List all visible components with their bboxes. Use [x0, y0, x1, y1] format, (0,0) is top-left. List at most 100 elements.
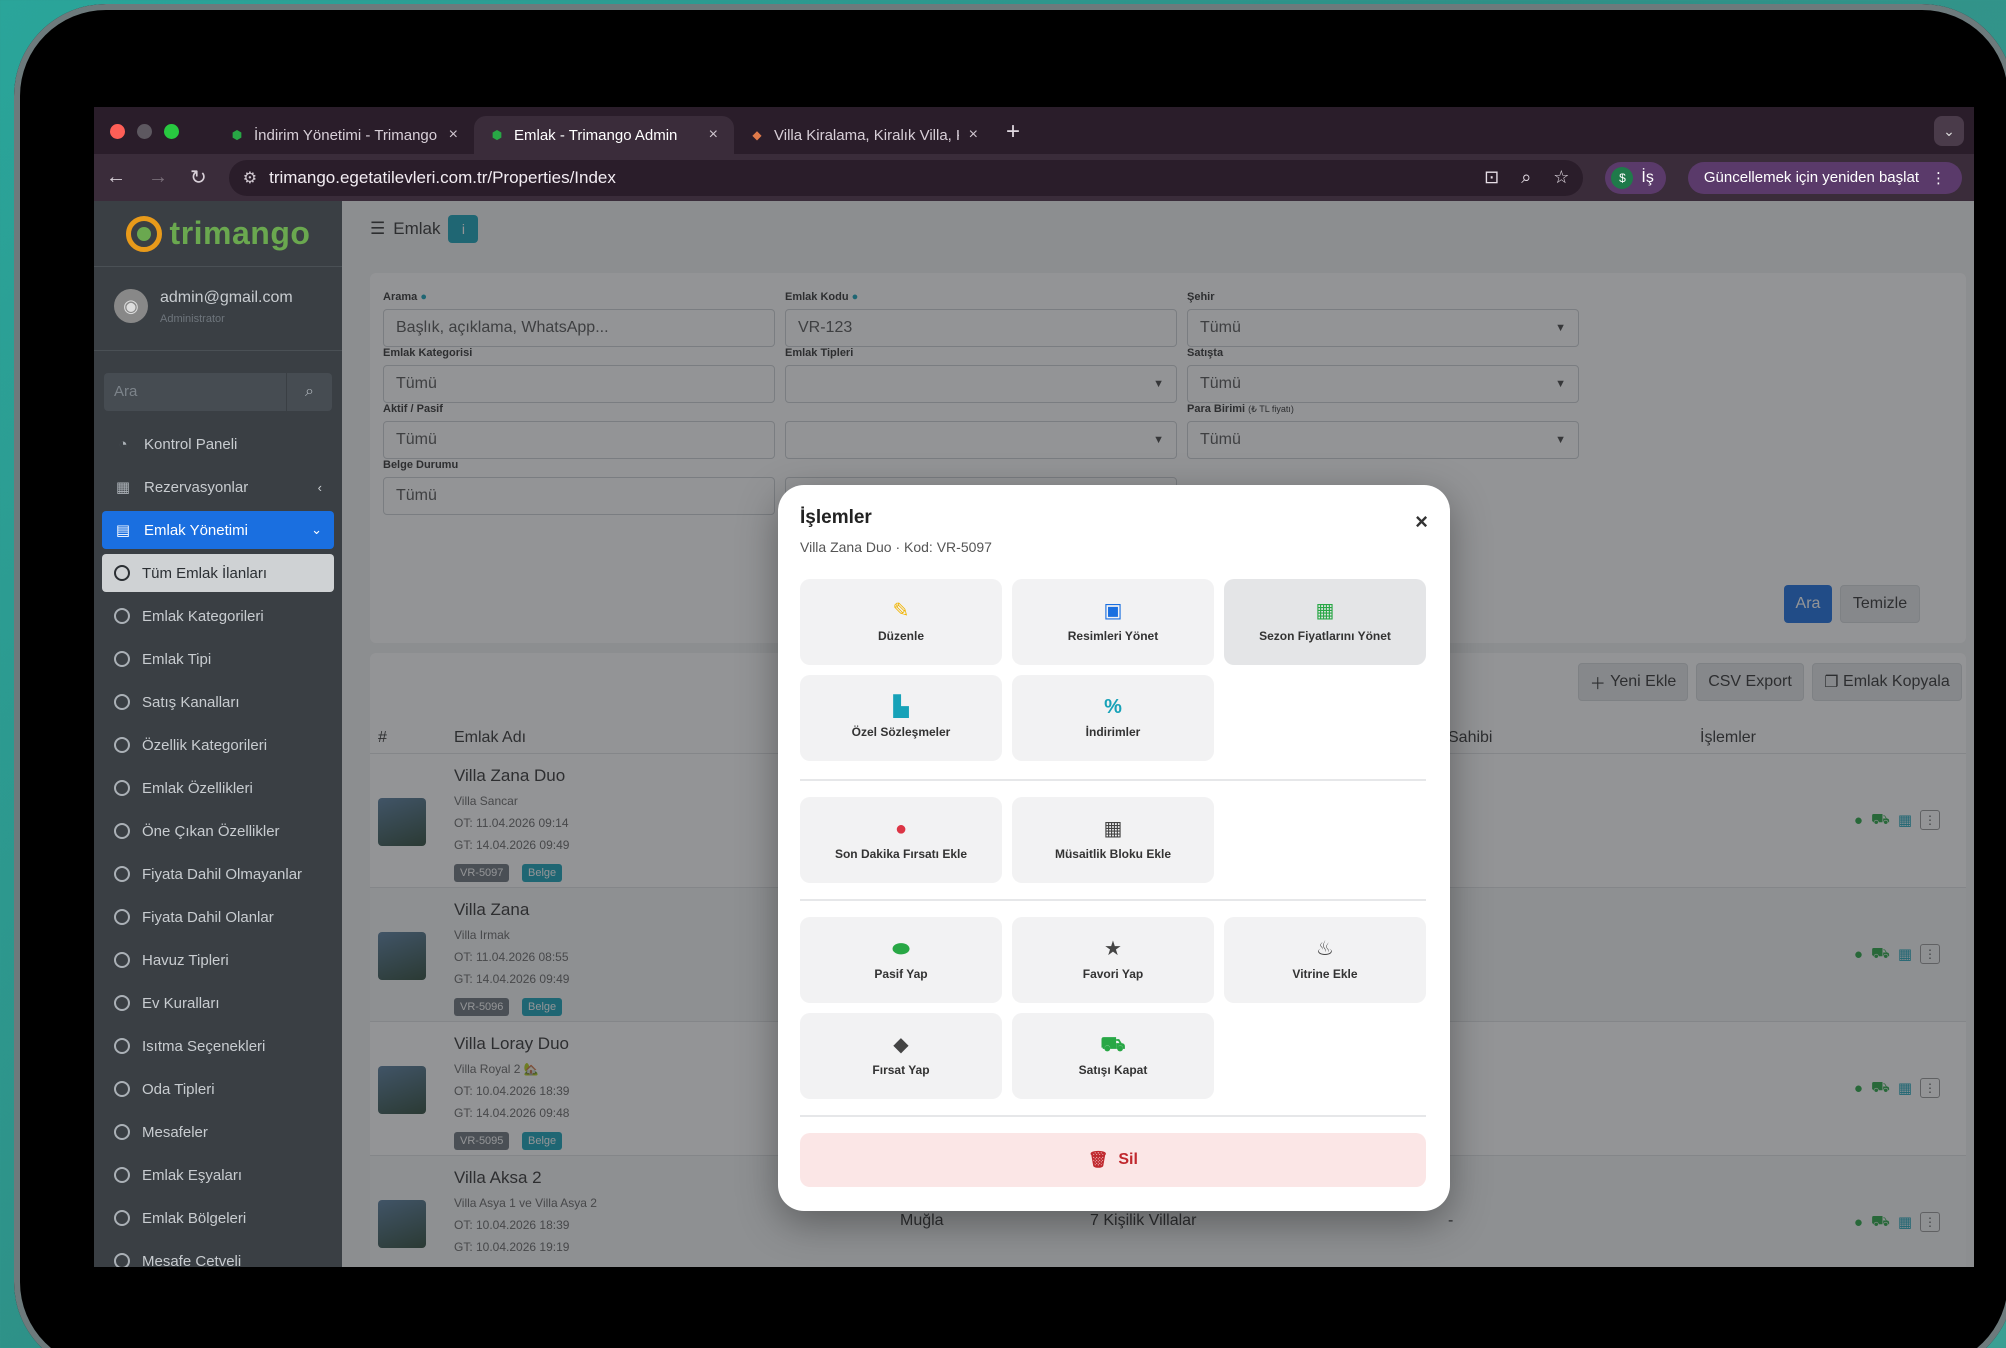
sidebar-item-label: Özellik Kategorileri — [142, 736, 268, 754]
building-icon: ▤ — [115, 522, 131, 539]
sidebar-item-label: Emlak Tipi — [142, 650, 212, 668]
sidebar-item-property-management[interactable]: ▤ Emlak Yönetimi ⌄ — [102, 511, 334, 549]
star-icon: ★ — [1104, 938, 1122, 960]
sidebar-subitem[interactable]: Havuz Tipleri — [102, 941, 334, 979]
minimize-window-button[interactable] — [137, 124, 152, 139]
sidebar-item-dashboard[interactable]: ◔ Kontrol Paneli — [102, 425, 334, 463]
search-icon[interactable]: ⌕ — [286, 373, 332, 411]
action-label: Favori Yap — [1082, 967, 1144, 981]
sidebar-subitem[interactable]: Emlak Kategorileri — [102, 597, 334, 635]
discounts-button[interactable]: % İndirimler — [1012, 675, 1214, 761]
sidebar-search-input[interactable]: Ara — [104, 373, 286, 411]
kebab-menu-icon[interactable]: ⋮ — [1931, 169, 1946, 187]
sidebar-item-label: Oda Tipleri — [142, 1080, 215, 1098]
user-panel[interactable]: ◉ admin@gmail.com Administrator — [94, 267, 342, 351]
special-contracts-button[interactable]: ▙ Özel Sözleşmeler — [800, 675, 1002, 761]
sidebar-item-reservations[interactable]: ▦ Rezervasyonlar ‹ — [102, 468, 334, 506]
actions-modal: İşlemler Villa Zana Duo · Kod: VR-5097 ×… — [778, 485, 1450, 1211]
sidebar-subitem[interactable]: Ev Kuralları — [102, 984, 334, 1022]
cart-icon: ⛟ — [1100, 1034, 1126, 1056]
maximize-window-button[interactable] — [164, 124, 179, 139]
profile-name: İş — [1641, 168, 1654, 186]
action-label: Resimleri Yönet — [1067, 629, 1159, 643]
sidebar-subitem[interactable]: Emlak Özellikleri — [102, 769, 334, 807]
tab-search-chevron-icon[interactable]: ⌄ — [1934, 116, 1964, 146]
address-bar[interactable]: ⚙ trimango.egetatilevleri.com.tr/Propert… — [228, 159, 1584, 196]
circle-icon — [114, 952, 130, 968]
circle-icon — [114, 651, 130, 667]
divider — [800, 1115, 1426, 1117]
circle-icon — [114, 1081, 130, 1097]
circle-icon — [114, 866, 130, 882]
sidebar-subitem[interactable]: Oda Tipleri — [102, 1070, 334, 1108]
action-label: Özel Sözleşmeler — [851, 725, 951, 739]
user-role: Administrator — [160, 313, 225, 325]
update-button[interactable]: Güncellemek için yeniden başlat ⋮ — [1687, 161, 1962, 194]
logo-icon — [125, 215, 162, 252]
sidebar-subitem[interactable]: Satış Kanalları — [102, 683, 334, 721]
sidebar-subitem[interactable]: Emlak Bölgeleri — [102, 1199, 334, 1237]
sidebar-subitem[interactable]: Isıtma Seçenekleri — [102, 1027, 334, 1065]
sidebar-search: Ara ⌕ — [104, 373, 332, 411]
install-app-icon[interactable]: ⊡ — [1484, 167, 1499, 188]
forward-arrow-icon[interactable]: → — [148, 166, 168, 189]
action-label: Son Dakika Fırsatı Ekle — [834, 847, 968, 861]
browser-tab-villa[interactable]: ◆ Villa Kiralama, Kiralık Villa, Ki × — [734, 116, 994, 154]
deactivate-button[interactable]: ⬬ Pasif Yap — [800, 917, 1002, 1003]
add-to-showcase-button[interactable]: ♨ Vitrine Ekle — [1224, 917, 1426, 1003]
make-deal-button[interactable]: ◆ Fırsat Yap — [800, 1013, 1002, 1099]
close-tab-icon[interactable]: × — [709, 126, 718, 144]
close-tab-icon[interactable]: × — [969, 126, 978, 144]
sidebar-subitem[interactable]: Öne Çıkan Özellikler — [102, 812, 334, 850]
action-label: İndirimler — [1085, 725, 1141, 739]
favorite-button[interactable]: ★ Favori Yap — [1012, 917, 1214, 1003]
sidebar-subitem[interactable]: Fiyata Dahil Olanlar — [102, 898, 334, 936]
circle-icon — [114, 694, 130, 710]
circle-icon — [114, 1038, 130, 1054]
availability-block-button[interactable]: ▦ Müsaitlik Bloku Ekle — [1012, 797, 1214, 883]
zoom-icon[interactable]: ⌕ — [1521, 167, 1531, 188]
circle-icon — [114, 1167, 130, 1183]
close-icon[interactable]: × — [1415, 509, 1428, 535]
new-tab-button[interactable]: + — [994, 118, 1032, 154]
delete-button[interactable]: 🗑 Sil — [800, 1133, 1426, 1187]
close-window-button[interactable] — [110, 124, 125, 139]
manage-images-button[interactable]: ▣ Resimleri Yönet — [1012, 579, 1214, 665]
close-sale-button[interactable]: ⛟ Satışı Kapat — [1012, 1013, 1214, 1099]
sidebar: trimango ◉ admin@gmail.com Administrator… — [94, 201, 342, 1267]
sidebar-item-label: Rezervasyonlar — [144, 478, 249, 496]
sidebar-subitem[interactable]: Mesafe Cetveli — [102, 1242, 334, 1267]
last-minute-deal-button[interactable]: ● Son Dakika Fırsatı Ekle — [800, 797, 1002, 883]
sidebar-item-label: Emlak Bölgeleri — [142, 1209, 247, 1227]
action-label: Fırsat Yap — [872, 1063, 930, 1077]
sidebar-subitem[interactable]: Emlak Tipi — [102, 640, 334, 678]
sidebar-item-label: Mesafe Cetveli — [142, 1252, 242, 1268]
sidebar-subitem[interactable]: Tüm Emlak İlanları — [102, 554, 334, 592]
sidebar-item-label: Öne Çıkan Özellikler — [142, 822, 280, 840]
browser-tab-properties[interactable]: ⬢ Emlak - Trimango Admin × — [474, 116, 734, 154]
browser-tab-discounts[interactable]: ⬢ İndirim Yönetimi - Trimango A × — [214, 116, 474, 154]
device-frame: ⬢ İndirim Yönetimi - Trimango A × ⬢ Emla… — [14, 4, 2006, 1348]
reload-icon[interactable]: ↻ — [190, 165, 207, 190]
profile-button[interactable]: $ İş — [1605, 161, 1666, 194]
site-settings-icon[interactable]: ⚙ — [243, 168, 257, 188]
user-email: admin@gmail.com — [160, 289, 293, 306]
manage-season-prices-button[interactable]: ▦ Sezon Fiyatlarını Yönet — [1224, 579, 1426, 665]
back-arrow-icon[interactable]: ← — [106, 166, 126, 189]
action-label: Pasif Yap — [874, 967, 928, 981]
close-tab-icon[interactable]: × — [449, 126, 458, 144]
sidebar-subitem[interactable]: Özellik Kategorileri — [102, 726, 334, 764]
circle-icon — [114, 823, 130, 839]
sidebar-item-label: Fiyata Dahil Olmayanlar — [142, 865, 303, 883]
sidebar-subitem[interactable]: Mesafeler — [102, 1113, 334, 1151]
circle-icon — [114, 1253, 130, 1267]
sidebar-item-label: Fiyata Dahil Olanlar — [142, 908, 274, 926]
fire-icon: ♨ — [1316, 938, 1334, 960]
delete-label: Sil — [1118, 1151, 1138, 1168]
edit-button[interactable]: ✎ Düzenle — [800, 579, 1002, 665]
sidebar-subitem[interactable]: Fiyata Dahil Olmayanlar — [102, 855, 334, 893]
sidebar-subitem[interactable]: Emlak Eşyaları — [102, 1156, 334, 1194]
percent-icon: % — [1104, 696, 1122, 718]
brand-logo[interactable]: trimango — [94, 201, 342, 267]
bookmark-star-icon[interactable]: ☆ — [1553, 167, 1569, 188]
